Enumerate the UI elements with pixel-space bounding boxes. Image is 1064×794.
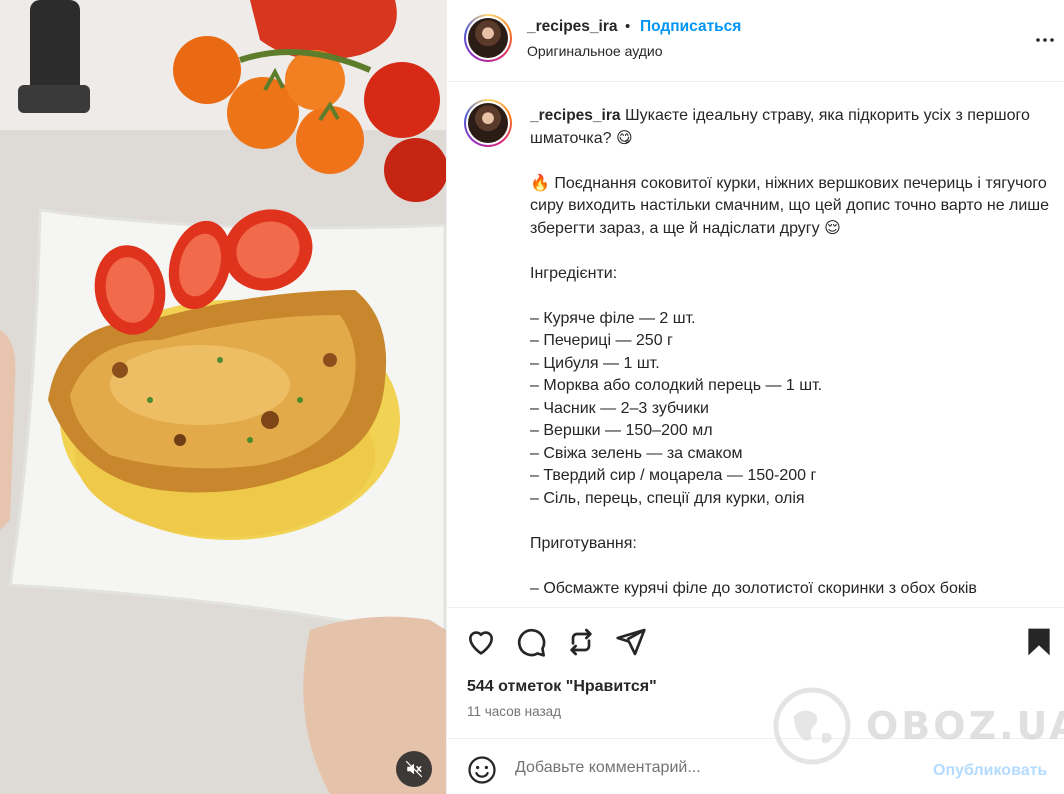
caption-line bbox=[530, 555, 1050, 578]
audio-label[interactable]: Оригинальное аудио bbox=[527, 43, 663, 59]
post-panel: _recipes_ira • Подписаться Оригинальное … bbox=[446, 0, 1064, 794]
heart-icon[interactable] bbox=[465, 626, 497, 658]
caption-line bbox=[530, 150, 1050, 173]
comment-input[interactable] bbox=[515, 753, 915, 783]
caption-line bbox=[530, 510, 1050, 533]
caption-line: 🔥 Поєднання соковитої курки, ніжних верш… bbox=[530, 174, 1054, 237]
caption-line: Приготування: bbox=[530, 534, 637, 552]
food-photo bbox=[0, 0, 446, 794]
emoji-icon[interactable] bbox=[467, 755, 497, 785]
author-username[interactable]: _recipes_ira bbox=[527, 18, 618, 36]
repost-icon[interactable] bbox=[565, 626, 597, 658]
avatar[interactable] bbox=[464, 14, 512, 62]
post-header: _recipes_ira • Подписаться Оригинальное … bbox=[447, 0, 1064, 82]
post-media[interactable] bbox=[0, 0, 446, 794]
caption-avatar[interactable] bbox=[464, 99, 512, 147]
comment-bar: Опубликовать bbox=[447, 738, 1064, 794]
caption-line: Інгредієнти: bbox=[530, 264, 618, 282]
more-options-icon[interactable] bbox=[1033, 28, 1057, 52]
ingredient-item: – Цибуля — 1 шт. bbox=[530, 354, 660, 372]
ingredient-item: – Часник — 2–3 зубчики bbox=[530, 399, 709, 417]
ingredient-item: – Вершки — 150–200 мл bbox=[530, 422, 713, 439]
action-bar bbox=[447, 607, 1064, 675]
caption-line: _recipes_ira Шукаєте ідеальну страву, як… bbox=[530, 105, 1050, 150]
ingredient-item: – Куряче філе — 2 шт. bbox=[530, 309, 696, 327]
ingredient-item: – Печериці — 250 г bbox=[530, 332, 673, 349]
ingredient-item: – Сіль, перець, спеції для курки, олія bbox=[530, 489, 805, 507]
post-timestamp[interactable]: 11 часов назад bbox=[467, 704, 561, 719]
speaker-muted-icon bbox=[405, 760, 423, 778]
mute-button[interactable] bbox=[396, 751, 432, 787]
ingredient-item: – Свіжа зелень — за смаком bbox=[530, 444, 743, 462]
like-count[interactable]: 544 отметок "Нравится" bbox=[467, 678, 657, 696]
follow-button[interactable]: Подписаться bbox=[640, 18, 741, 36]
comments-area[interactable]: _recipes_ira Шукаєте ідеальну страву, як… bbox=[447, 83, 1064, 607]
separator-dot: • bbox=[625, 18, 631, 35]
comment-icon[interactable] bbox=[515, 626, 547, 658]
send-icon[interactable] bbox=[615, 626, 647, 658]
caption-line bbox=[530, 285, 1050, 308]
bookmark-icon[interactable] bbox=[1023, 626, 1055, 658]
ingredient-item: – Твердий сир / моцарела — 150-200 г bbox=[530, 467, 817, 484]
ingredient-item: – Морква або солодкий перець — 1 шт. bbox=[530, 377, 823, 394]
caption-username[interactable]: _recipes_ira bbox=[530, 107, 621, 124]
publish-button[interactable]: Опубликовать bbox=[933, 762, 1047, 780]
caption-line bbox=[530, 240, 1050, 263]
caption-line: – Обсмажте курячі філе до золотистої ско… bbox=[530, 579, 977, 597]
post-caption: _recipes_ira Шукаєте ідеальну страву, як… bbox=[530, 105, 1050, 600]
